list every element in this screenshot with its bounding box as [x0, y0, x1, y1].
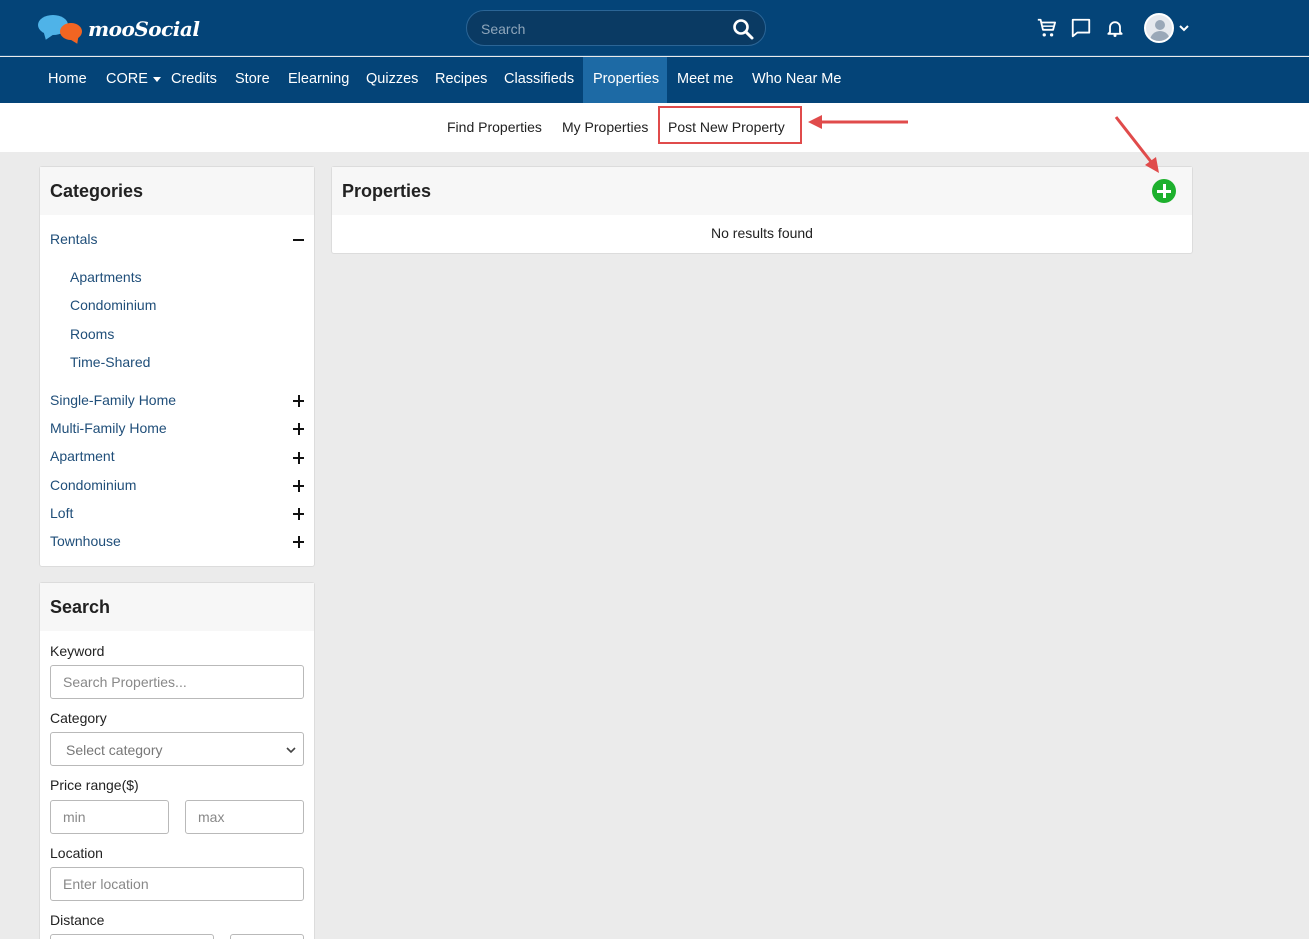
- category-multi-family-home[interactable]: Multi-Family Home: [50, 420, 167, 436]
- site-logo[interactable]: mooSocial: [38, 14, 200, 44]
- nav-store[interactable]: Store: [225, 57, 280, 103]
- chevron-down-icon: [286, 747, 296, 754]
- nav-credits[interactable]: Credits: [161, 57, 227, 103]
- nav-core-label: CORE: [106, 71, 148, 87]
- logo-icon: [38, 14, 84, 44]
- expand-icon[interactable]: [293, 452, 305, 464]
- nav-recipes[interactable]: Recipes: [425, 57, 497, 103]
- nav-home[interactable]: Home: [38, 57, 97, 103]
- category-select-value: Select category: [66, 742, 163, 758]
- nav-elearning[interactable]: Elearning: [278, 57, 359, 103]
- category-rooms[interactable]: Rooms: [70, 326, 114, 342]
- category-loft[interactable]: Loft: [50, 505, 73, 521]
- sub-nav: Find Properties My Properties Post New P…: [0, 103, 1309, 152]
- keyword-input[interactable]: [50, 665, 304, 699]
- category-townhouse[interactable]: Townhouse: [50, 533, 121, 549]
- cart-icon[interactable]: [1034, 15, 1060, 41]
- nav-properties[interactable]: Properties: [583, 57, 667, 103]
- bell-icon[interactable]: [1102, 15, 1128, 41]
- distance-select[interactable]: [50, 934, 214, 939]
- chevron-down-icon[interactable]: [1178, 22, 1190, 34]
- category-apartments[interactable]: Apartments: [70, 269, 142, 285]
- price-range-label: Price range($): [50, 777, 139, 793]
- categories-title: Categories: [40, 167, 314, 215]
- global-search-input[interactable]: [481, 19, 721, 39]
- properties-card: Properties No results found: [331, 166, 1193, 254]
- location-label: Location: [50, 845, 103, 861]
- distance-label: Distance: [50, 912, 105, 928]
- nav-quizzes[interactable]: Quizzes: [356, 57, 428, 103]
- category-apartment[interactable]: Apartment: [50, 448, 115, 464]
- category-select[interactable]: Select category: [50, 732, 304, 766]
- search-card: Search Keyword Category Select category …: [39, 582, 315, 939]
- category-label: Category: [50, 710, 107, 726]
- category-time-shared[interactable]: Time-Shared: [70, 354, 150, 370]
- nav-who-near-me[interactable]: Who Near Me: [742, 57, 851, 103]
- expand-icon[interactable]: [293, 508, 305, 520]
- keyword-label: Keyword: [50, 643, 105, 659]
- expand-icon[interactable]: [293, 480, 305, 492]
- post-new-property-link[interactable]: Post New Property: [668, 119, 785, 135]
- chat-icon[interactable]: [1068, 15, 1094, 41]
- my-properties-link[interactable]: My Properties: [562, 119, 648, 135]
- collapse-icon[interactable]: [293, 234, 305, 246]
- nav-meet-me[interactable]: Meet me: [667, 57, 743, 103]
- expand-icon[interactable]: [293, 423, 305, 435]
- nav-core[interactable]: CORE: [96, 57, 171, 103]
- logo-text: mooSocial: [88, 17, 200, 41]
- nav-classifieds[interactable]: Classifieds: [494, 57, 584, 103]
- category-condominium-rental[interactable]: Condominium: [70, 297, 156, 313]
- price-min-input[interactable]: [50, 800, 169, 834]
- expand-icon[interactable]: [293, 395, 305, 407]
- add-icon[interactable]: [1152, 179, 1176, 203]
- main-nav: Home CORE Credits Store Elearning Quizze…: [0, 57, 1309, 103]
- category-condominium[interactable]: Condominium: [50, 477, 136, 493]
- location-input[interactable]: [50, 867, 304, 901]
- expand-icon[interactable]: [293, 536, 305, 548]
- category-rentals[interactable]: Rentals: [50, 231, 97, 247]
- search-title: Search: [40, 583, 314, 631]
- avatar[interactable]: [1144, 13, 1174, 43]
- properties-title: Properties: [332, 167, 1192, 215]
- distance-unit-select[interactable]: [230, 934, 304, 939]
- empty-results-text: No results found: [711, 225, 813, 241]
- category-single-family-home[interactable]: Single-Family Home: [50, 392, 176, 408]
- top-header: mooSocial: [0, 0, 1309, 56]
- categories-card: Categories Rentals Apartments Condominiu…: [39, 166, 315, 567]
- price-max-input[interactable]: [185, 800, 304, 834]
- search-icon[interactable]: [731, 17, 755, 41]
- global-search: [466, 10, 766, 46]
- header-actions: [1034, 12, 1190, 44]
- caret-down-icon: [152, 76, 161, 82]
- find-properties-link[interactable]: Find Properties: [447, 119, 542, 135]
